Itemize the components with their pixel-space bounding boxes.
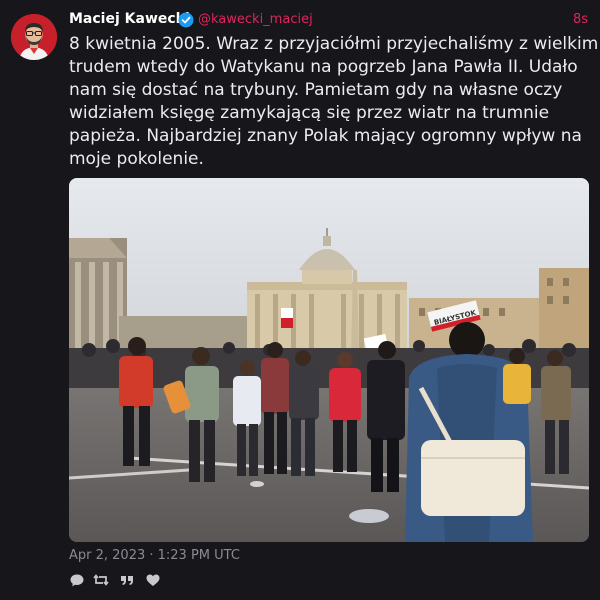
tweet-text-line: trudem wtedy do Watykanu na pogrzeb Jana…: [69, 57, 578, 77]
tweet-text-line: 8 kwietnia 2005. Wraz z przyjaciółmi prz…: [69, 34, 599, 54]
tweet-photo[interactable]: BIAŁYSTOK: [69, 178, 589, 542]
tweet-text-line: nam się dostać na trybuny. Pamietam gdy …: [69, 80, 563, 100]
retweet-icon[interactable]: [93, 572, 109, 588]
avatar-image: [11, 14, 57, 60]
tweet-text-line: moje pokolenie.: [69, 149, 204, 169]
author-name[interactable]: Maciej Kawecki: [69, 11, 190, 27]
tweet-timestamp[interactable]: Apr 2, 2023 · 1:23 PM UTC: [69, 548, 240, 563]
relative-time[interactable]: 8s: [573, 12, 588, 27]
avatar[interactable]: [11, 14, 57, 60]
tweet: Maciej Kawecki @kawecki_maciej 8s 8 kwie…: [0, 0, 600, 600]
quote-icon[interactable]: [119, 572, 135, 588]
reply-icon[interactable]: [69, 572, 85, 588]
tweet-text: 8 kwietnia 2005. Wraz z przyjaciółmi prz…: [69, 33, 599, 171]
heart-icon[interactable]: [145, 572, 161, 588]
tweet-text-line: widziałem księgę zamykającą się przez wi…: [69, 103, 550, 123]
tweet-text-line: papieża. Najbardziej znany Polak mający …: [69, 126, 582, 146]
author-handle[interactable]: @kawecki_maciej: [198, 12, 313, 27]
tweet-header: Maciej Kawecki @kawecki_maciej 8s: [69, 11, 588, 31]
photo-st-peters-square: BIAŁYSTOK: [69, 178, 589, 542]
verified-badge-icon: [178, 12, 194, 28]
